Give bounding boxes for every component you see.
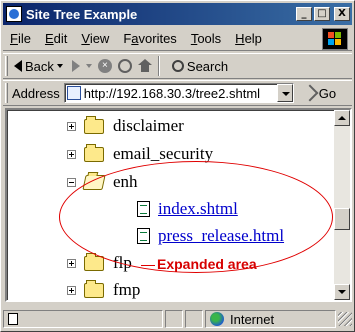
status-zone-pane: Internet: [205, 310, 336, 328]
menu-bar: File Edit View Favorites Tools Help: [3, 27, 352, 51]
expand-plus-icon[interactable]: [67, 285, 76, 295]
page-content: disclaimer email_security enh index.shtm…: [5, 108, 352, 302]
address-bar: Address http://192.168.30.3/tree2.shtml …: [3, 80, 352, 106]
go-button[interactable]: Go: [300, 84, 340, 102]
tree-item-label: fmp: [113, 280, 141, 299]
address-dropdown-button[interactable]: [276, 84, 293, 102]
menu-favorites[interactable]: Favorites: [116, 31, 183, 46]
scroll-thumb[interactable]: [334, 208, 350, 230]
status-main-pane: [3, 310, 163, 328]
folder-icon: [84, 279, 104, 298]
tree-item-fmp[interactable]: fmp: [67, 277, 141, 300]
zone-label: Internet: [230, 311, 275, 327]
browser-window: Site Tree Example _ □ X File Edit View F…: [0, 0, 355, 332]
toolbar-grip[interactable]: [5, 56, 8, 76]
vertical-scrollbar[interactable]: [334, 110, 350, 300]
search-button[interactable]: Search: [163, 59, 231, 74]
go-label: Go: [318, 85, 337, 101]
back-arrow-icon: [14, 60, 22, 72]
chevron-down-icon[interactable]: [56, 64, 63, 68]
expand-plus-icon[interactable]: [67, 121, 76, 131]
collapse-minus-icon[interactable]: [67, 177, 76, 187]
windows-logo-icon: [322, 28, 348, 50]
page-icon: [66, 86, 81, 100]
menu-edit[interactable]: Edit: [38, 31, 74, 46]
toolbar-separator: [157, 56, 160, 76]
forward-arrow-icon: [71, 60, 80, 72]
search-label: Search: [186, 58, 229, 74]
internet-globe-icon: [210, 312, 224, 326]
status-pane: [185, 310, 203, 328]
folder-icon: [84, 143, 104, 162]
home-icon[interactable]: [137, 59, 152, 73]
search-icon: [171, 60, 184, 72]
scroll-up-button[interactable]: [334, 110, 350, 126]
resize-grip[interactable]: [338, 312, 352, 326]
title-bar[interactable]: Site Tree Example _ □ X: [3, 3, 352, 25]
address-url[interactable]: http://192.168.30.3/tree2.shtml: [84, 86, 260, 101]
refresh-icon[interactable]: [117, 59, 132, 73]
status-bar: Internet: [3, 308, 352, 330]
expand-plus-icon[interactable]: [67, 258, 76, 268]
folder-icon: [84, 252, 104, 271]
page-icon: [8, 313, 18, 325]
address-label: Address: [12, 85, 60, 101]
standard-toolbar: Back × Search: [3, 53, 352, 79]
back-label: Back: [25, 58, 54, 74]
chevron-down-icon[interactable]: [85, 64, 92, 68]
maximize-button[interactable]: □: [314, 7, 330, 21]
close-button[interactable]: X: [334, 7, 350, 21]
expand-plus-icon[interactable]: [67, 149, 76, 159]
window-title: Site Tree Example: [26, 6, 138, 22]
expanded-area-annotation: Expanded area: [157, 256, 257, 272]
forward-button[interactable]: [66, 60, 95, 72]
address-input[interactable]: http://192.168.30.3/tree2.shtml: [63, 83, 294, 103]
annotation-connector: [141, 265, 155, 266]
minimize-button[interactable]: _: [296, 7, 312, 21]
scroll-down-button[interactable]: [334, 284, 350, 300]
menu-file[interactable]: File: [3, 31, 38, 46]
tree-item-disclaimer[interactable]: disclaimer: [67, 113, 184, 139]
menu-tools[interactable]: Tools: [184, 31, 228, 46]
back-button[interactable]: Back: [11, 59, 66, 74]
menu-view[interactable]: View: [74, 31, 116, 46]
status-pane: [165, 310, 183, 328]
folder-icon: [84, 115, 104, 134]
ie-icon: [6, 6, 22, 22]
menu-help[interactable]: Help: [228, 31, 269, 46]
toolbar-grip[interactable]: [5, 83, 8, 103]
stop-icon[interactable]: ×: [97, 59, 112, 73]
tree-item-label: disclaimer: [113, 116, 184, 135]
go-arrow-icon: [301, 84, 319, 102]
